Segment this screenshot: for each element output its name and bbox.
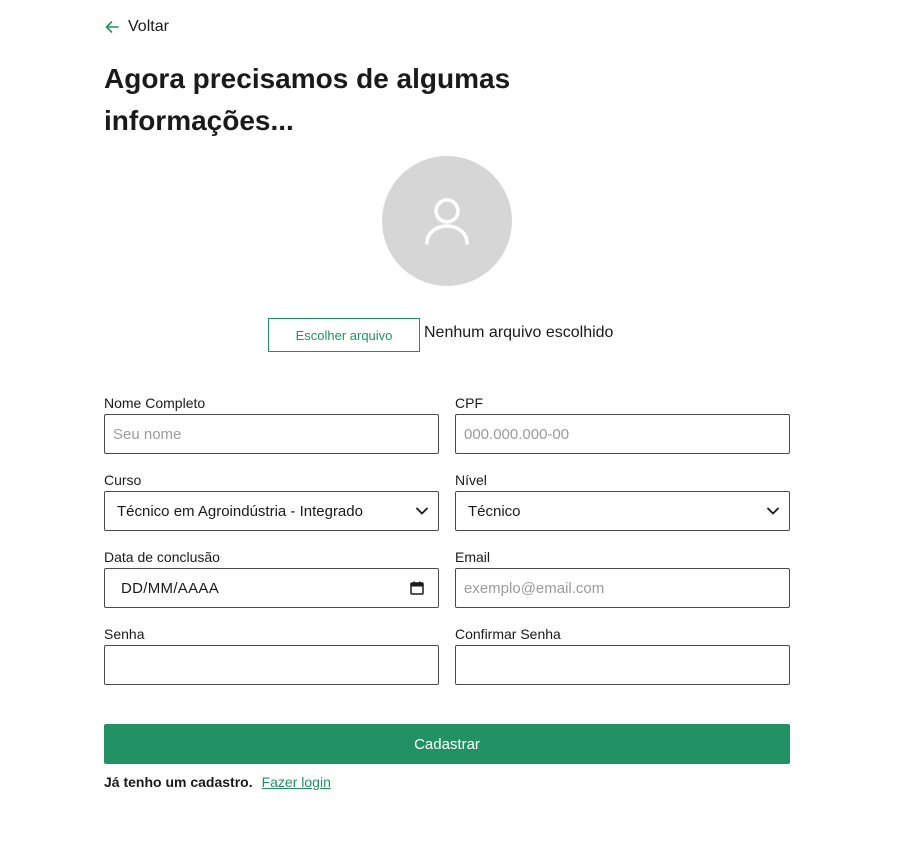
- page-title: Agora precisamos de algumas informações.…: [104, 63, 511, 136]
- choose-file-button[interactable]: Escolher arquivo: [268, 318, 420, 352]
- cpf-label: CPF: [455, 395, 483, 411]
- confirm-password-input[interactable]: [455, 645, 790, 685]
- cpf-input[interactable]: [455, 414, 790, 454]
- arrow-left-icon: [105, 21, 119, 33]
- login-link[interactable]: Fazer login: [262, 774, 331, 790]
- login-question: Já tenho um cadastro.: [104, 774, 253, 790]
- level-field-group: Nível Técnico: [455, 471, 790, 531]
- password-field-group: Senha: [104, 625, 439, 685]
- password-label: Senha: [104, 626, 145, 642]
- calendar-icon[interactable]: [410, 581, 424, 595]
- file-status: Nenhum arquivo escolhido: [424, 324, 614, 341]
- submit-button[interactable]: Cadastrar: [104, 724, 790, 764]
- completion-date-label: Data de conclusão: [104, 549, 220, 565]
- signup-page: Voltar Agora precisamos de algumas infor…: [0, 0, 915, 856]
- confirm-password-field-group: Confirmar Senha: [455, 625, 790, 685]
- login-prompt: Já tenho um cadastro. Fazer login: [104, 774, 331, 790]
- confirm-password-label: Confirmar Senha: [455, 626, 561, 642]
- completion-date-input[interactable]: DD/MM/AAAA: [104, 568, 439, 608]
- cpf-field-group: CPF: [455, 394, 790, 454]
- completion-date-field-group: Data de conclusão DD/MM/AAAA: [104, 548, 439, 608]
- course-field-group: Curso Técnico em Agroindústria - Integra…: [104, 471, 439, 531]
- back-label: Voltar: [128, 18, 169, 35]
- chevron-down-icon: [767, 507, 779, 515]
- chevron-down-icon: [416, 507, 428, 515]
- name-field-group: Nome Completo: [104, 394, 439, 454]
- email-label: Email: [455, 549, 491, 565]
- level-label: Nível: [455, 472, 487, 488]
- email-field-group: Email: [455, 548, 790, 608]
- name-label: Nome Completo: [104, 395, 206, 411]
- date-value: DD/MM/AAAA: [121, 579, 220, 597]
- name-input[interactable]: [104, 414, 439, 454]
- course-value: Técnico em Agroindústria - Integrado: [117, 502, 363, 520]
- course-select[interactable]: Técnico em Agroindústria - Integrado: [104, 491, 439, 531]
- avatar: [382, 156, 512, 286]
- email-input[interactable]: [455, 568, 790, 608]
- file-upload: Escolher arquivo Nenhum arquivo escolhid…: [268, 318, 613, 352]
- level-value: Técnico: [468, 502, 521, 520]
- back-link[interactable]: Voltar: [104, 18, 169, 36]
- user-icon: [425, 198, 469, 245]
- password-input[interactable]: [104, 645, 439, 685]
- level-select[interactable]: Técnico: [455, 491, 790, 531]
- course-label: Curso: [104, 472, 142, 488]
